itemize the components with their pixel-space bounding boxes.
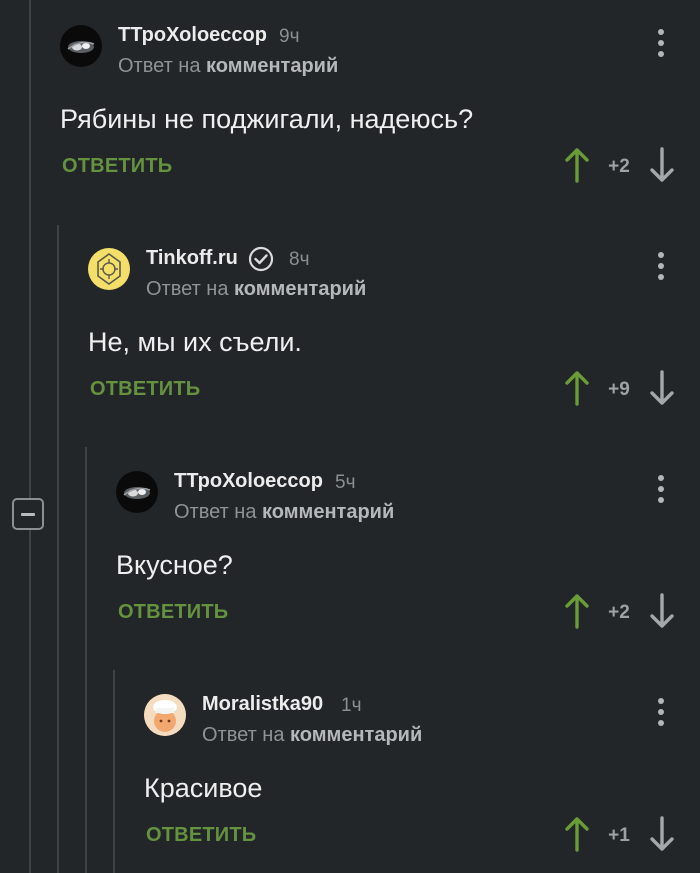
comment-time: 5ч	[335, 472, 356, 493]
thread-line	[113, 670, 115, 873]
arrow-up-icon[interactable]	[564, 593, 590, 629]
comment-time: 9ч	[279, 26, 300, 47]
reply-prefix: Ответ на	[118, 55, 201, 77]
comment-time: 1ч	[341, 695, 362, 716]
thread-line	[85, 447, 87, 873]
more-vertical-icon[interactable]	[657, 475, 665, 503]
collapse-thread-button[interactable]	[12, 498, 44, 530]
reply-to-note: Ответ на комментарий	[146, 278, 366, 301]
reply-to-note: Ответ на комментарий	[118, 55, 338, 78]
headlight-avatar[interactable]	[116, 471, 158, 513]
arrow-down-icon[interactable]	[649, 816, 675, 852]
more-vertical-icon[interactable]	[657, 29, 665, 57]
arrow-up-icon[interactable]	[564, 147, 590, 183]
reply-to-note: Ответ на комментарий	[174, 501, 394, 524]
comment-text: Красивое	[144, 773, 263, 803]
author-name[interactable]: Moralistka90	[202, 693, 323, 716]
comment-time: 8ч	[289, 249, 310, 270]
thread-line	[57, 225, 59, 873]
reply-target-link[interactable]: комментарий	[262, 501, 394, 523]
reply-to-note: Ответ на комментарий	[202, 724, 422, 747]
reply-prefix: Ответ на	[202, 724, 285, 746]
chef-avatar[interactable]	[144, 694, 186, 736]
comment-score: +2	[608, 156, 630, 177]
reply-prefix: Ответ на	[174, 501, 257, 523]
comment-text: Вкусное?	[116, 550, 233, 580]
comment-score: +9	[608, 379, 630, 400]
arrow-down-icon[interactable]	[649, 370, 675, 406]
arrow-up-icon[interactable]	[564, 370, 590, 406]
reply-button[interactable]: ОТВЕТИТЬ	[90, 378, 200, 401]
arrow-down-icon[interactable]	[649, 147, 675, 183]
reply-target-link[interactable]: комментарий	[206, 55, 338, 77]
comment-score: +2	[608, 602, 630, 623]
reply-target-link[interactable]: комментарий	[290, 724, 422, 746]
comment-text: Не, мы их съели.	[88, 327, 302, 357]
reply-button[interactable]: ОТВЕТИТЬ	[62, 155, 172, 178]
comment-score: +1	[608, 825, 630, 846]
more-vertical-icon[interactable]	[657, 698, 665, 726]
reply-target-link[interactable]: комментарий	[234, 278, 366, 300]
headlight-avatar[interactable]	[60, 25, 102, 67]
author-name[interactable]: Tinkoff.ru	[146, 247, 238, 270]
more-vertical-icon[interactable]	[657, 252, 665, 280]
verified-check-icon	[248, 246, 274, 272]
reply-button[interactable]: ОТВЕТИТЬ	[118, 601, 228, 624]
collapse-minus-icon	[21, 512, 35, 516]
arrow-down-icon[interactable]	[649, 593, 675, 629]
arrow-up-icon[interactable]	[564, 816, 590, 852]
thread-line	[29, 0, 31, 873]
author-name[interactable]: ТТроХоloeссор	[118, 24, 267, 47]
reply-prefix: Ответ на	[146, 278, 229, 300]
comment-text: Рябины не поджигали, надеюсь?	[60, 104, 474, 134]
tinkoff-logo-avatar[interactable]	[88, 248, 130, 290]
reply-button[interactable]: ОТВЕТИТЬ	[146, 824, 256, 847]
author-name[interactable]: ТТроХоloeссор	[174, 470, 323, 493]
